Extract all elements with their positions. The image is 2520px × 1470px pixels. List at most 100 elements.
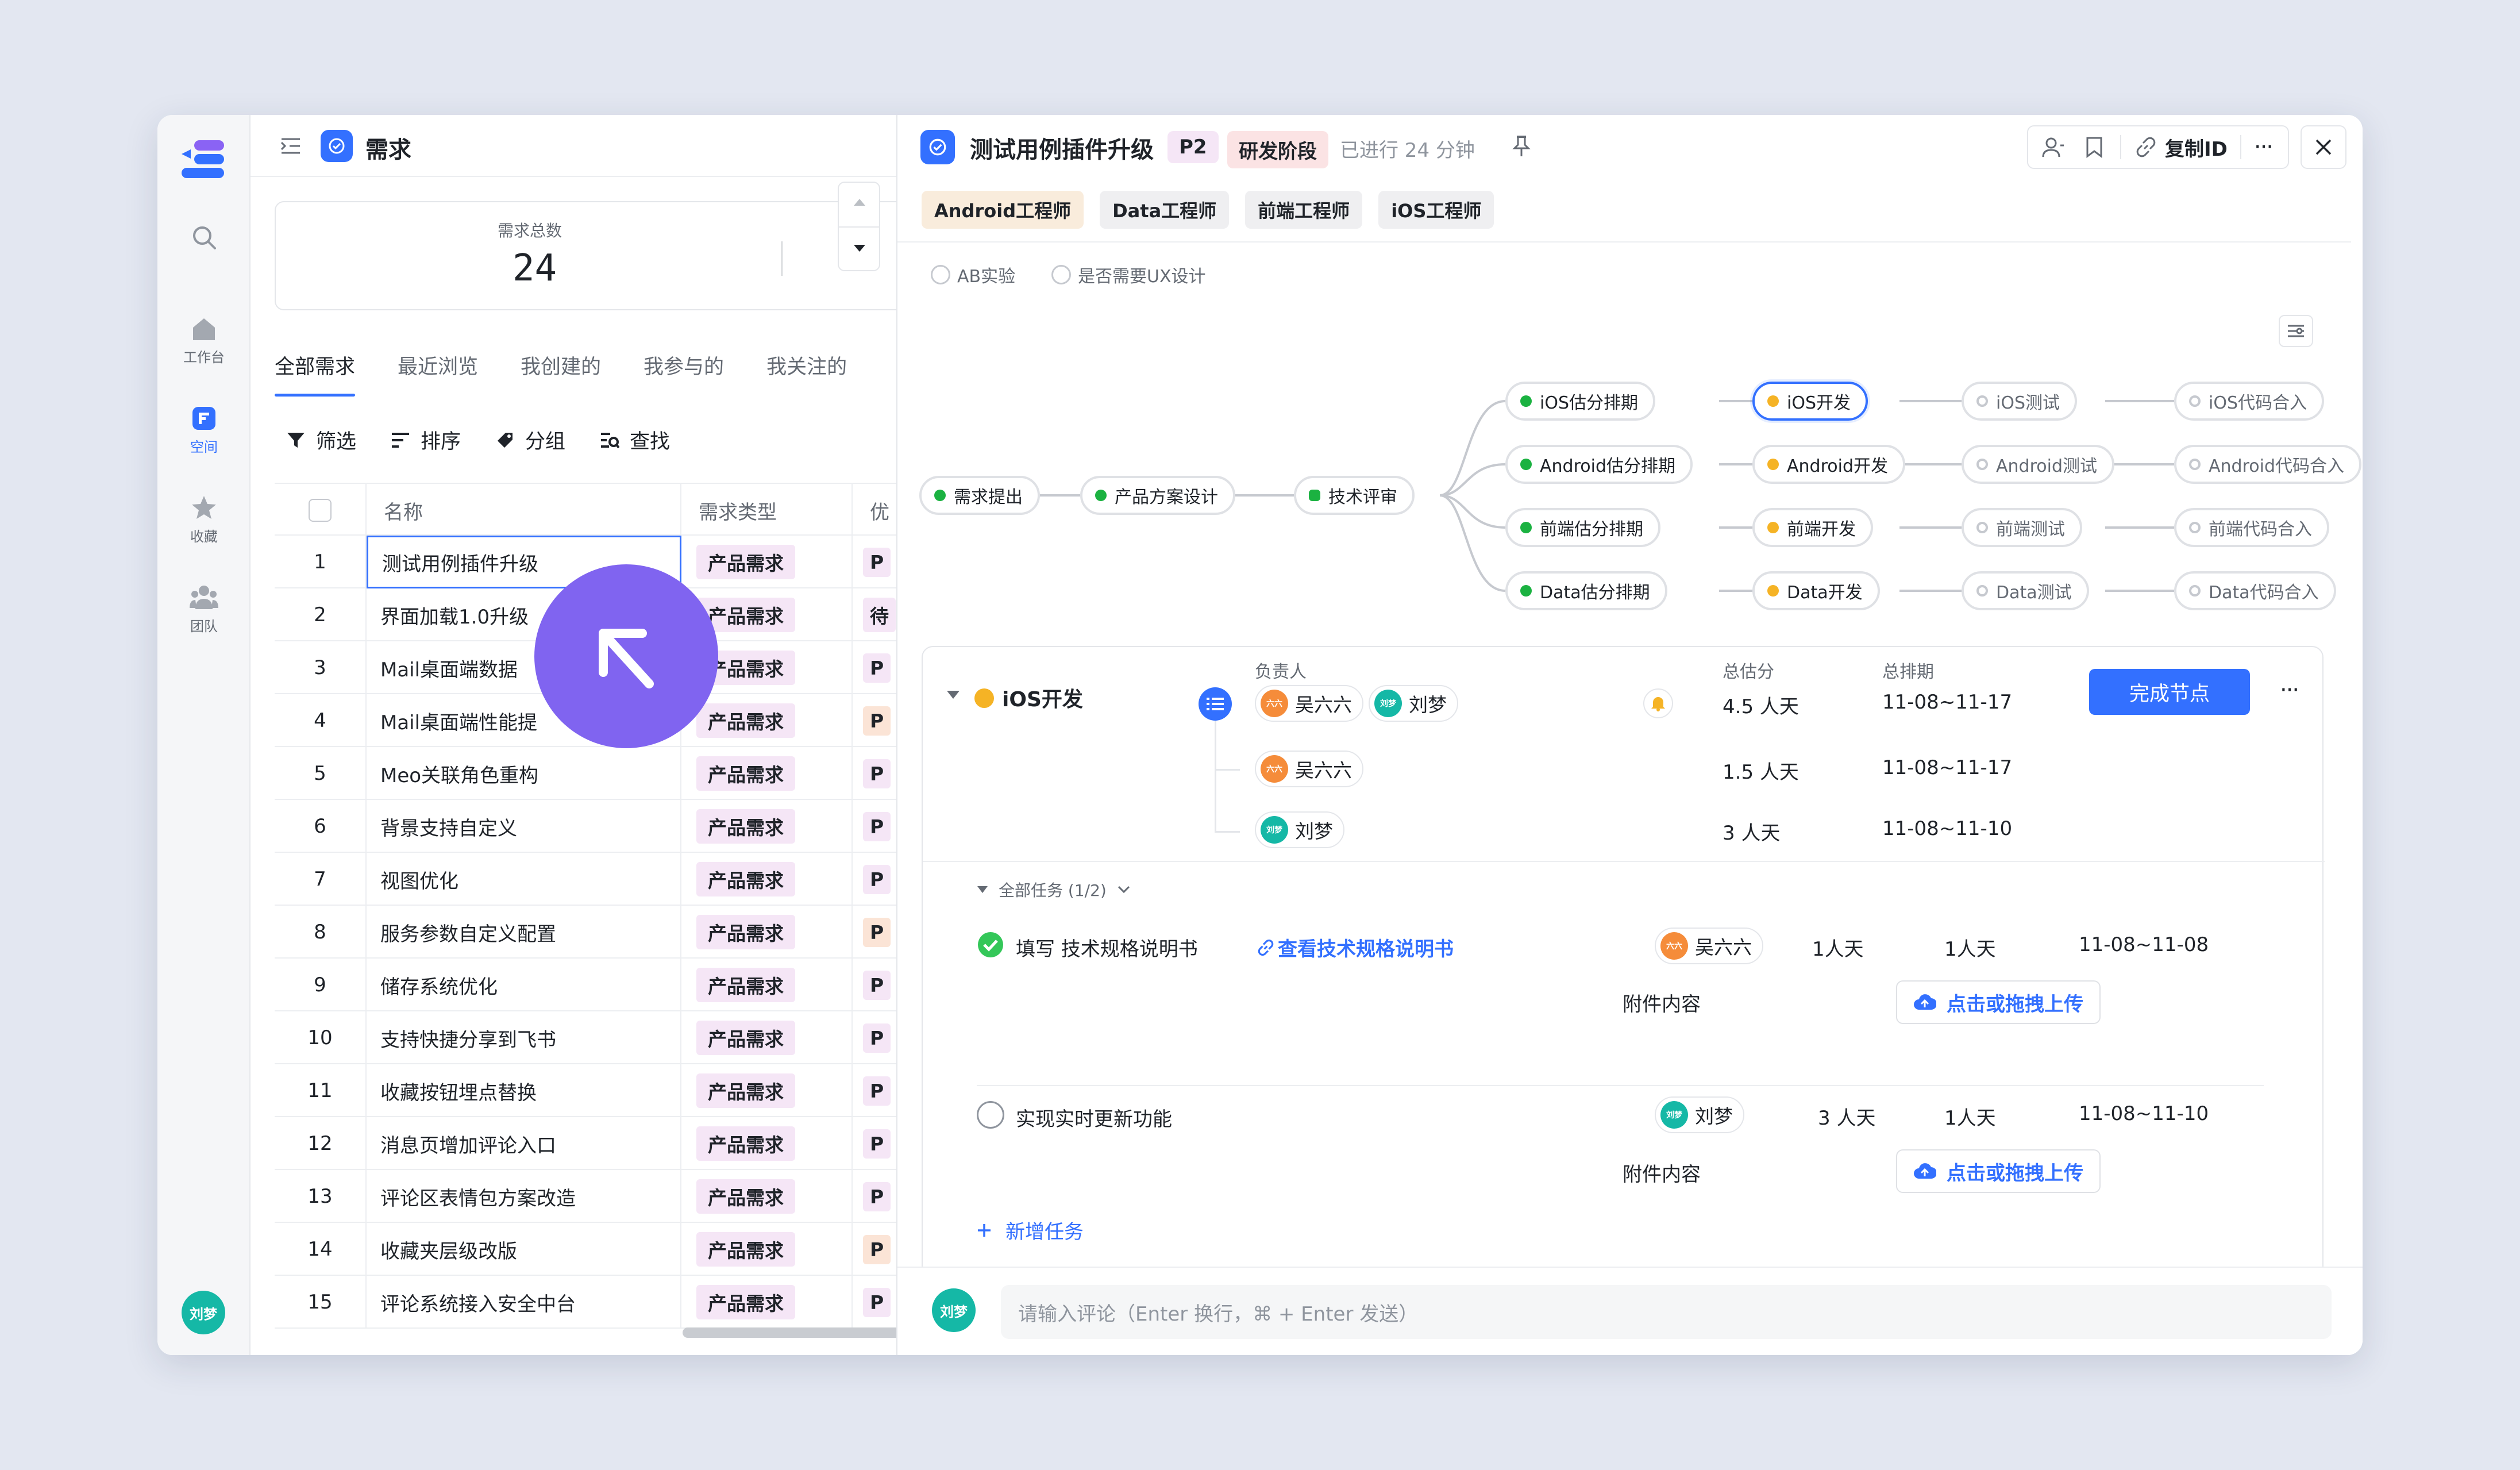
priority-tag[interactable]: P — [863, 1182, 891, 1211]
flow-node-android-estimate[interactable]: Android估分排期 — [1505, 445, 1693, 484]
type-tag[interactable]: 产品需求 — [696, 545, 795, 579]
task-title[interactable]: 填写 技术规格说明书 — [1016, 933, 1198, 961]
column-header-type[interactable]: 需求类型 — [681, 484, 853, 537]
table-row[interactable]: 6 背景支持自定义 产品需求 P — [275, 800, 896, 853]
type-tag[interactable]: 产品需求 — [696, 809, 795, 844]
flow-node-ios-merge[interactable]: iOS代码合入 — [2174, 382, 2324, 421]
type-tag[interactable]: 产品需求 — [696, 1126, 795, 1161]
flow-node-frontend-estimate[interactable]: 前端估分排期 — [1505, 508, 1660, 547]
scroll-up-button[interactable] — [838, 182, 880, 271]
type-tag[interactable]: 产品需求 — [696, 862, 795, 896]
flow-node-tech-review[interactable]: 技术评审 — [1294, 476, 1415, 515]
chevron-down-icon[interactable] — [853, 244, 866, 253]
task-owner-chip[interactable]: 刘梦 刘梦 — [1655, 1096, 1744, 1133]
flow-node-data-estimate[interactable]: Data估分排期 — [1505, 571, 1667, 610]
row-name[interactable]: 收藏夹层级改版 — [367, 1223, 681, 1276]
group-button[interactable]: 分组 — [495, 425, 565, 455]
owner-chip[interactable]: 刘梦 刘梦 — [1255, 811, 1344, 848]
task-title[interactable]: 实现实时更新功能 — [1016, 1103, 1172, 1132]
rail-team[interactable]: 团队 — [157, 584, 251, 635]
flow-node-data-merge[interactable]: Data代码合入 — [2174, 571, 2336, 610]
tab-recent[interactable]: 最近浏览 — [398, 351, 478, 397]
priority-tag[interactable]: 待 — [863, 598, 896, 632]
row-name[interactable]: 储存系统优化 — [367, 959, 681, 1011]
type-tag[interactable]: 产品需求 — [696, 756, 795, 791]
table-row[interactable]: 9 储存系统优化 产品需求 P — [275, 959, 896, 1011]
flow-node-data-test[interactable]: Data测试 — [1962, 571, 2089, 610]
tab-all[interactable]: 全部需求 — [275, 351, 356, 397]
table-row[interactable]: 8 服务参数自定义配置 产品需求 P — [275, 906, 896, 959]
row-name[interactable]: 消息页增加评论入口 — [367, 1117, 681, 1170]
flow-node-frontend-test[interactable]: 前端测试 — [1962, 508, 2082, 547]
type-tag[interactable]: 产品需求 — [696, 703, 795, 738]
type-tag[interactable]: 产品需求 — [696, 968, 795, 1002]
priority-tag[interactable]: P — [863, 653, 891, 683]
upload-button[interactable]: 点击或拖拽上传 — [1896, 1149, 2101, 1193]
priority-tag[interactable]: P — [863, 864, 891, 894]
rail-workspace[interactable]: 工作台 — [157, 316, 251, 366]
table-row[interactable]: 12 消息页增加评论入口 产品需求 P — [275, 1117, 896, 1170]
flow-node-android-test[interactable]: Android测试 — [1962, 445, 2114, 484]
tab-created[interactable]: 我创建的 — [521, 351, 601, 397]
sort-button[interactable]: 排序 — [391, 425, 461, 455]
owner-chip[interactable]: 六六 吴六六 — [1255, 685, 1363, 722]
priority-tag[interactable]: P — [863, 547, 891, 577]
type-tag[interactable]: 产品需求 — [696, 1285, 795, 1319]
priority-tag[interactable]: P — [863, 1129, 891, 1159]
row-name[interactable]: 背景支持自定义 — [367, 800, 681, 853]
owner-chip[interactable]: 刘梦 刘梦 — [1369, 685, 1458, 722]
type-tag[interactable]: 产品需求 — [696, 1021, 795, 1055]
task-doc-link[interactable]: 查看技术规格说明书 — [1257, 933, 1454, 961]
row-name[interactable]: 支持快捷分享到飞书 — [367, 1011, 681, 1064]
reminder-bell-icon[interactable] — [1643, 688, 1673, 718]
task-owner-chip[interactable]: 六六 吴六六 — [1655, 928, 1763, 964]
flow-node-frontend-dev[interactable]: 前端开发 — [1752, 508, 1873, 547]
row-name[interactable]: 评论系统接入安全中台 — [367, 1276, 681, 1329]
caret-down-icon[interactable] — [946, 690, 961, 700]
flow-node-ios-dev[interactable]: iOS开发 — [1752, 382, 1868, 421]
row-name[interactable]: 评论区表情包方案改造 — [367, 1170, 681, 1223]
horizontal-scrollbar[interactable] — [683, 1327, 896, 1338]
upload-button[interactable]: 点击或拖拽上传 — [1896, 980, 2101, 1024]
tab-following[interactable]: 我关注的 — [766, 351, 847, 397]
owner-chip[interactable]: 六六 吴六六 — [1255, 751, 1363, 787]
priority-tag[interactable]: P — [863, 1234, 891, 1264]
comment-input[interactable]: 请输入评论（Enter 换行，⌘ + Enter 发送） — [1001, 1285, 2332, 1339]
table-row[interactable]: 13 评论区表情包方案改造 产品需求 P — [275, 1170, 896, 1223]
flow-node-android-dev[interactable]: Android开发 — [1752, 445, 1905, 484]
table-row[interactable]: 10 支持快捷分享到飞书 产品需求 P — [275, 1011, 896, 1064]
table-row[interactable]: 7 视图优化 产品需求 P — [275, 853, 896, 906]
table-row[interactable]: 5 Meo关联角色重构 产品需求 P — [275, 747, 896, 800]
filter-button[interactable]: 筛选 — [286, 425, 356, 455]
table-row[interactable]: 14 收藏夹层级改版 产品需求 P — [275, 1223, 896, 1276]
add-task-button[interactable]: 新增任务 — [977, 1216, 1084, 1244]
tab-participated[interactable]: 我参与的 — [644, 351, 724, 397]
complete-node-button[interactable]: 完成节点 — [2089, 669, 2250, 715]
task-checkbox[interactable] — [977, 1101, 1004, 1129]
priority-tag[interactable]: P — [863, 1023, 891, 1053]
priority-tag[interactable]: P — [863, 811, 891, 841]
flow-node-product-design[interactable]: 产品方案设计 — [1080, 476, 1235, 515]
select-all-checkbox[interactable] — [275, 484, 367, 537]
priority-tag[interactable]: P — [863, 970, 891, 1000]
priority-tag[interactable]: P — [863, 1287, 891, 1317]
collapse-sidebar-icon[interactable] — [279, 136, 302, 156]
row-name[interactable]: 服务参数自定义配置 — [367, 906, 681, 959]
more-icon[interactable]: ··· — [2280, 677, 2299, 703]
flow-node-frontend-merge[interactable]: 前端代码合入 — [2174, 508, 2329, 547]
rail-favorites[interactable]: 收藏 — [157, 494, 251, 545]
priority-tag[interactable]: P — [863, 917, 891, 947]
flow-node-ios-estimate[interactable]: iOS估分排期 — [1505, 382, 1655, 421]
rail-search[interactable] — [157, 224, 251, 255]
priority-tag[interactable]: P — [863, 759, 891, 788]
priority-tag[interactable]: P — [863, 706, 891, 736]
user-avatar[interactable]: 刘梦 — [182, 1291, 225, 1334]
row-name[interactable]: 视图优化 — [367, 853, 681, 906]
table-row[interactable]: 11 收藏按钮埋点替换 产品需求 P — [275, 1064, 896, 1117]
flow-node-proposal[interactable]: 需求提出 — [919, 476, 1040, 515]
type-tag[interactable]: 产品需求 — [696, 1179, 795, 1214]
flow-node-android-merge[interactable]: Android代码合入 — [2174, 445, 2361, 484]
flow-node-ios-test[interactable]: iOS测试 — [1962, 382, 2077, 421]
priority-tag[interactable]: P — [863, 1076, 891, 1106]
rail-space[interactable]: 空间 — [157, 406, 251, 456]
